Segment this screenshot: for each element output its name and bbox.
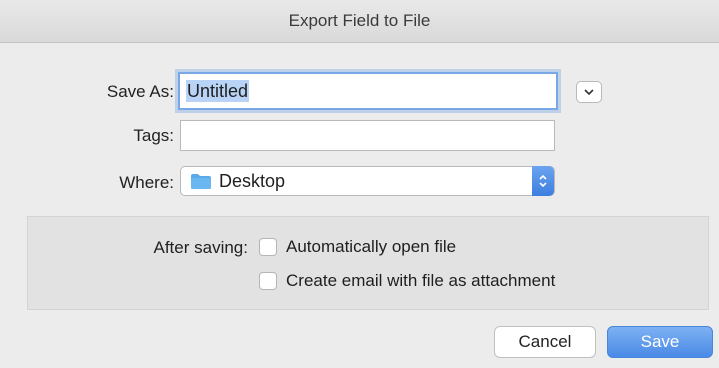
after-saving-options-panel	[27, 216, 709, 310]
email-attachment-option[interactable]: Create email with file as attachment	[259, 271, 555, 291]
save-as-label: Save As:	[106, 82, 174, 101]
cancel-button[interactable]: Cancel	[494, 326, 596, 358]
chevron-down-icon	[583, 83, 595, 101]
auto-open-label: Automatically open file	[286, 237, 457, 256]
save-button[interactable]: Save	[607, 326, 713, 358]
where-label: Where:	[119, 173, 174, 192]
up-down-chevron-icon	[532, 166, 554, 196]
dialog-title-bar: Export Field to File	[0, 0, 719, 43]
auto-open-option[interactable]: Automatically open file	[259, 237, 456, 257]
folder-icon	[191, 173, 211, 189]
tags-label: Tags:	[133, 126, 174, 145]
where-value: Desktop	[219, 170, 286, 191]
after-saving-label: After saving:	[153, 238, 249, 257]
where-popup-button[interactable]: Desktop	[180, 166, 555, 196]
save-as-value: Untitled	[186, 80, 250, 102]
auto-open-checkbox[interactable]	[259, 238, 277, 256]
save-as-field[interactable]: Untitled	[178, 72, 558, 110]
tags-field[interactable]	[180, 120, 555, 151]
email-attachment-label: Create email with file as attachment	[286, 271, 556, 290]
expand-dialog-button[interactable]	[576, 81, 602, 103]
email-attachment-checkbox[interactable]	[259, 272, 277, 290]
dialog-title: Export Field to File	[288, 11, 431, 30]
